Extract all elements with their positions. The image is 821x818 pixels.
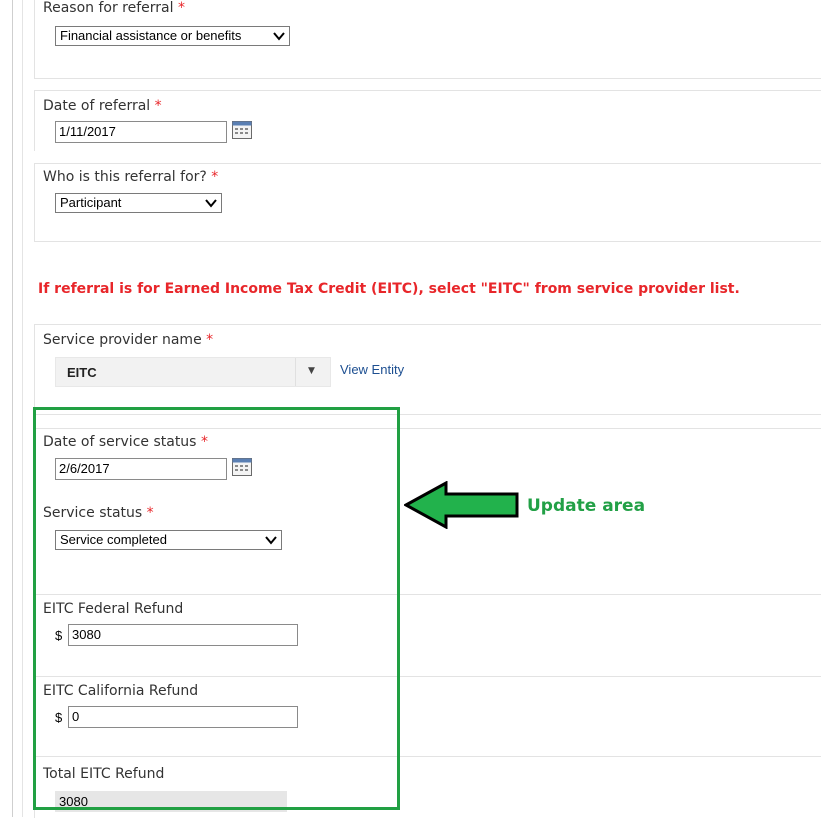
- dropdown-arrow-icon: ▼: [308, 366, 315, 376]
- page-left-border-inner: [22, 0, 23, 817]
- reason-select-value: Financial assistance or benefits: [60, 28, 242, 43]
- provider-combobox[interactable]: EITC ▼: [55, 357, 331, 387]
- referral-for-value: Participant: [60, 195, 122, 210]
- referral-date-label: Date of referral *: [43, 98, 162, 114]
- chevron-down-icon: [205, 199, 217, 208]
- referral-for-label: Who is this referral for? *: [43, 169, 219, 185]
- referral-for-section: Who is this referral for? * Participant: [34, 163, 821, 242]
- chevron-down-icon: [273, 32, 285, 41]
- update-area-highlight: [33, 407, 400, 810]
- update-area-label: Update area: [527, 496, 646, 516]
- provider-label: Service provider name *: [43, 332, 214, 348]
- reason-select[interactable]: Financial assistance or benefits: [55, 26, 290, 46]
- arrow-left-icon: [404, 481, 519, 529]
- referral-date-value: 1/11/2017: [59, 124, 116, 139]
- page-left-border: [12, 0, 13, 817]
- calendar-icon[interactable]: [232, 121, 252, 139]
- referral-date-section: Date of referral * 1/11/2017: [34, 90, 821, 151]
- referral-date-input[interactable]: 1/11/2017: [55, 121, 227, 143]
- reason-label: Reason for referral *: [43, 0, 185, 16]
- referral-for-select[interactable]: Participant: [55, 193, 222, 213]
- reason-section: Reason for referral * Financial assistan…: [34, 0, 821, 79]
- provider-dropdown-button[interactable]: ▼: [295, 358, 330, 386]
- view-entity-link[interactable]: View Entity: [340, 362, 404, 377]
- eitc-notice: If referral is for Earned Income Tax Cre…: [38, 281, 740, 297]
- provider-value: EITC: [67, 365, 97, 380]
